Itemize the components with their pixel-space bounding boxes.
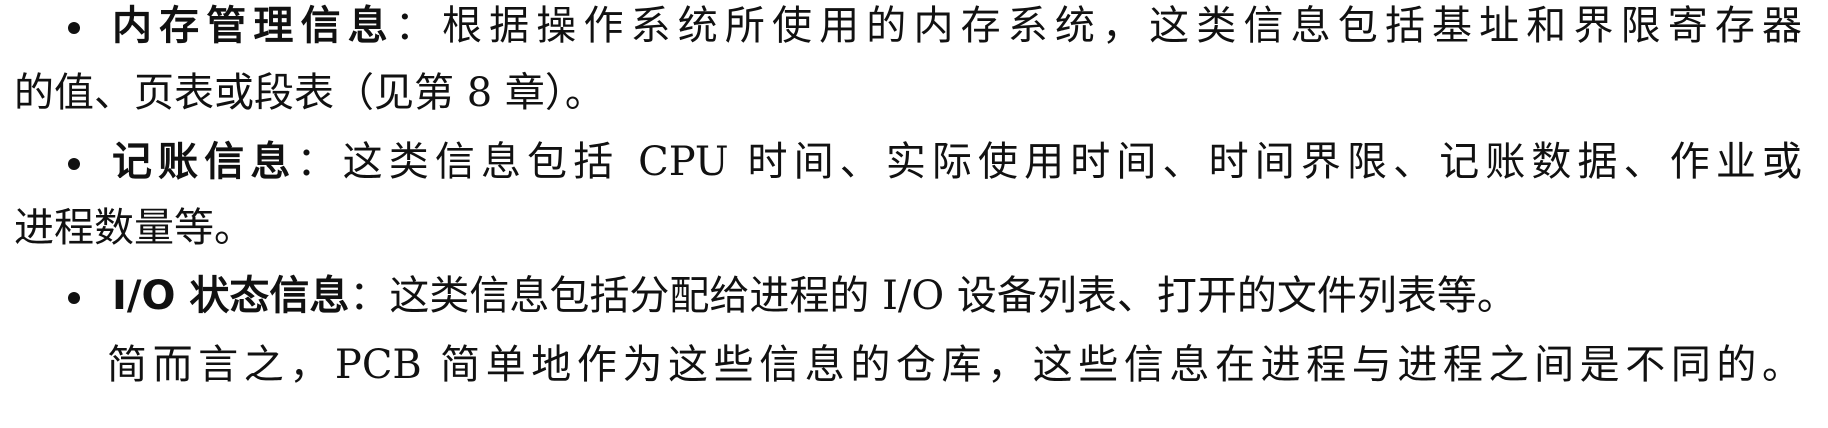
document-page: 内存管理信息：根据操作系统所使用的内存系统，这类信息包括基址和界限寄存器 的值、… — [0, 0, 1828, 428]
summary-paragraph: 简而言之，PCB 简单地作为这些信息的仓库，这些信息在进程与进程之间是不同的。 — [107, 345, 1802, 385]
io-status-text: 这类信息包括分配给进程的 I/O 设备列表、打开的文件列表等。 — [389, 273, 1517, 319]
accounting-text-line1: 这类信息包括 CPU 时间、实际使用时间、时间界限、记账数据、作业或 — [342, 139, 1803, 185]
accounting-item: 记账信息：这类信息包括 CPU 时间、实际使用时间、时间界限、记账数据、作业或 — [68, 139, 1803, 185]
memory-management-text-line2: 的值、页表或段表（见第 8 章）。 — [14, 70, 605, 116]
accounting-text-line2: 进程数量等。 — [14, 205, 254, 251]
memory-management-term: 内存管理信息 — [112, 3, 395, 49]
memory-management-colon: ： — [394, 3, 443, 49]
summary-text: 简而言之，PCB 简单地作为这些信息的仓库，这些信息在进程与进程之间是不同的。 — [107, 342, 1802, 388]
memory-management-text-line1: 根据操作系统所使用的内存系统，这类信息包括基址和界限寄存器 — [442, 3, 1803, 49]
bullet-icon — [68, 158, 80, 170]
io-status-item: I/O 状态信息：这类信息包括分配给进程的 I/O 设备列表、打开的文件列表等。 — [68, 273, 1828, 319]
memory-management-continuation: 的值、页表或段表（见第 8 章）。 — [14, 73, 1814, 113]
bullet-icon — [68, 292, 80, 304]
io-status-colon: ： — [349, 273, 390, 319]
accounting-continuation: 进程数量等。 — [14, 208, 1814, 248]
memory-management-item: 内存管理信息：根据操作系统所使用的内存系统，这类信息包括基址和界限寄存器 — [68, 3, 1803, 49]
accounting-term: 记账信息 — [112, 139, 297, 185]
io-status-term: I/O 状态信息 — [112, 273, 350, 319]
bullet-icon — [68, 22, 80, 34]
accounting-colon: ： — [296, 139, 343, 185]
